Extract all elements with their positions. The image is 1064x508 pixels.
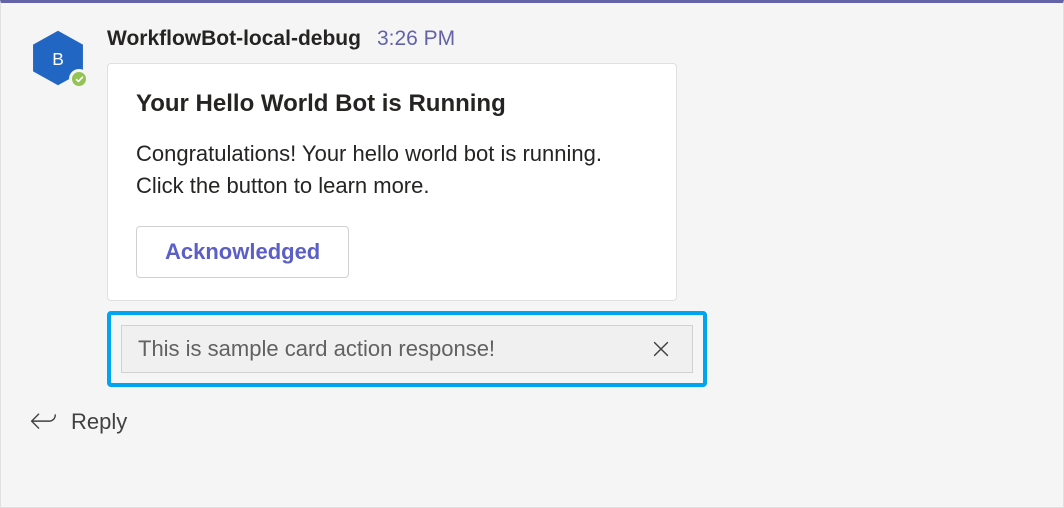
reply-button[interactable]: Reply [29,409,1043,435]
close-icon [650,338,672,360]
sender-name[interactable]: WorkflowBot-local-debug [107,27,361,51]
message-header: WorkflowBot-local-debug 3:26 PM [107,27,1043,51]
acknowledged-button[interactable]: Acknowledged [136,226,349,278]
message-row: B WorkflowBot-local-debug 3:26 PM Your H… [29,27,1043,387]
card-body: Congratulations! Your hello world bot is… [136,138,648,202]
dismiss-response-button[interactable] [646,334,676,364]
bot-avatar[interactable]: B [29,29,87,87]
action-response-banner: This is sample card action response! [121,325,693,373]
reply-label: Reply [71,409,127,435]
card-title: Your Hello World Bot is Running [136,90,648,118]
chat-message-container: B WorkflowBot-local-debug 3:26 PM Your H… [0,0,1064,508]
highlight-callout: This is sample card action response! [107,311,707,387]
adaptive-card: Your Hello World Bot is Running Congratu… [107,63,677,301]
reply-icon [29,410,57,434]
message-content: WorkflowBot-local-debug 3:26 PM Your Hel… [107,27,1043,387]
response-text: This is sample card action response! [138,336,634,362]
presence-available-icon [69,69,89,89]
avatar-letter: B [52,49,64,69]
card-actions: Acknowledged [136,226,648,278]
message-timestamp: 3:26 PM [377,27,455,51]
